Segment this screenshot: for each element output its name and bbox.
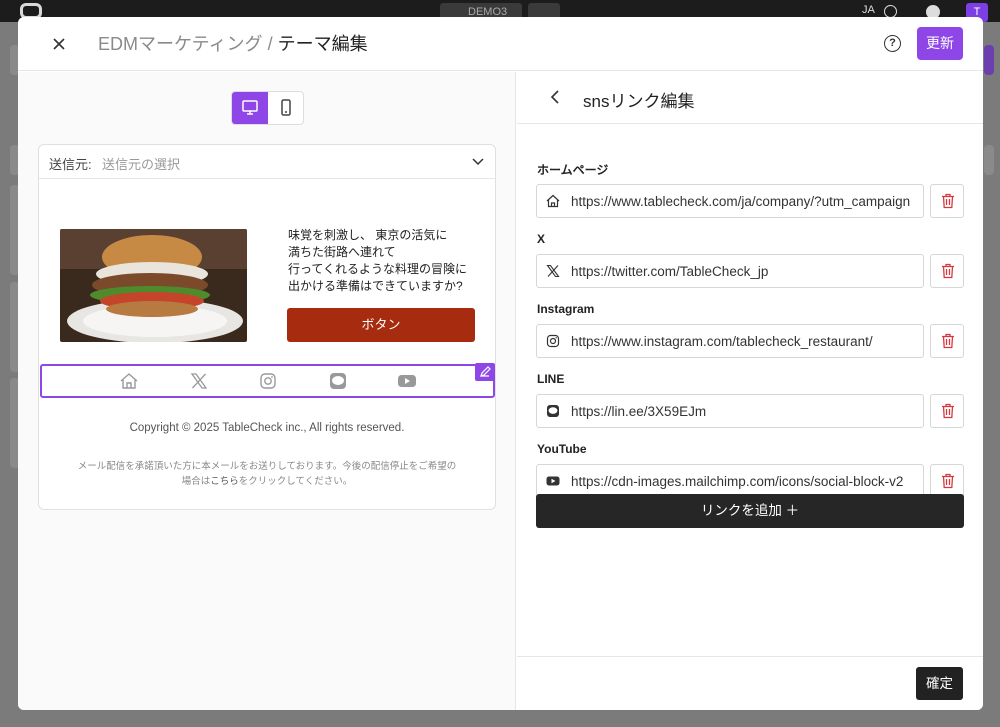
email-body-text: 味覚を刺激し、 東京の活気に 満ちた街路へ連れて 行ってくれるような料理の冒険に… [288,227,467,295]
unsubscribe-line: 場合はこちらをクリックしてください。 [39,474,495,489]
body-line: 味覚を刺激し、 東京の活気に [288,228,448,242]
youtube-icon [546,476,560,486]
delete-x-button[interactable] [930,254,964,288]
line-icon [547,405,559,417]
unsubscribe-prefix: 場合は [181,476,211,487]
unsubscribe-link[interactable]: こちら [210,476,239,487]
close-icon[interactable] [48,33,70,55]
panel-footer: 確定 [517,656,983,710]
unsubscribe-suffix: をクリックしてください。 [238,476,353,487]
sender-placeholder: 送信元の選択 [102,157,181,172]
url-value: https://twitter.com/TableCheck_jp [571,264,769,279]
field-label-instagram: Instagram [537,302,595,316]
chevron-down-icon [472,158,484,166]
delete-homepage-button[interactable] [930,184,964,218]
breadcrumb: EDMマーケティング / テーマ編集 [98,33,368,55]
home-icon [546,194,560,208]
copyright-text: Copyright © 2025 TableCheck inc., All ri… [129,422,405,434]
trash-icon [942,333,954,349]
delete-youtube-button[interactable] [930,464,964,498]
instagram-url-input[interactable]: https://www.instagram.com/tablecheck_res… [536,324,924,358]
confirm-button[interactable]: 確定 [916,667,963,700]
trash-icon [942,403,954,419]
sender-select[interactable]: 送信元: 送信元の選択 [39,145,495,179]
background-card [984,145,994,175]
mobile-view-button[interactable] [268,92,304,124]
url-value: https://lin.ee/3X59EJm [571,404,707,419]
trash-icon [942,473,954,489]
sender-label: 送信元: [49,157,92,172]
instagram-icon [546,334,560,348]
home-icon [120,373,138,389]
delete-instagram-button[interactable] [930,324,964,358]
email-preview-pane: 送信元: 送信元の選択 味覚を刺激し、 東京の活気に 満ちた街路へ連れて 行って… [18,72,516,710]
url-value: https://cdn-images.mailchimp.com/icons/s… [571,474,904,489]
trash-icon [942,193,954,209]
device-toggle [231,91,304,125]
delete-line-button[interactable] [930,394,964,428]
sns-link-editor: snsリンク編集 ホームページ https://www.tablecheck.c… [517,72,983,710]
help-icon[interactable]: ? [884,35,901,52]
field-label-youtube: YouTube [537,442,587,456]
back-chevron-icon[interactable] [545,86,565,108]
desktop-view-button[interactable] [232,92,268,124]
x-icon [190,373,208,389]
panel-title: snsリンク編集 [583,92,695,111]
cta-button[interactable]: ボタン [287,308,475,342]
body-line: 満ちた街路へ連れて [288,245,396,259]
social-links-block[interactable] [40,364,495,398]
trash-icon [942,263,954,279]
breadcrumb-parent[interactable]: EDMマーケティング [98,34,263,54]
panel-header: snsリンク編集 [517,72,983,124]
homepage-url-input[interactable]: https://www.tablecheck.com/ja/company/?u… [536,184,924,218]
update-button[interactable]: 更新 [917,27,963,60]
desktop-icon [242,100,258,115]
x-url-input[interactable]: https://twitter.com/TableCheck_jp [536,254,924,288]
hero-image [60,229,247,342]
page-title: テーマ編集 [277,34,368,54]
edit-pen-icon[interactable] [475,363,495,381]
breadcrumb-separator: / [267,34,273,54]
language-label[interactable]: JA [862,4,875,16]
add-link-button[interactable]: リンクを追加 ＋ [536,494,964,528]
field-label-x: X [537,232,546,246]
url-value: https://www.instagram.com/tablecheck_res… [571,334,873,349]
body-line: 出かける準備はできていますか? [288,279,463,293]
x-icon [546,264,560,278]
line-url-input[interactable]: https://lin.ee/3X59EJm [536,394,924,428]
youtube-icon [398,375,416,387]
field-label-line: LINE [537,372,565,386]
instagram-icon [260,373,276,389]
background-button [984,45,994,75]
body-line: 行ってくれるような料理の冒険に [288,262,468,276]
mobile-icon [281,99,291,116]
modal-header: EDMマーケティング / テーマ編集 ? 更新 [18,17,983,71]
email-preview-card: 送信元: 送信元の選択 味覚を刺激し、 東京の活気に 満ちた街路へ連れて 行って… [38,144,496,510]
field-label-homepage: ホームページ [537,163,609,177]
youtube-url-input[interactable]: https://cdn-images.mailchimp.com/icons/s… [536,464,924,498]
theme-edit-modal: EDMマーケティング / テーマ編集 ? 更新 送信元: 送信元の選択 味覚を刺… [18,17,983,710]
unsubscribe-line: メール配信を承諾頂いた方に本メールをお送りしております。今後の配信停止をご希望の [77,461,457,472]
url-value: https://www.tablecheck.com/ja/company/?u… [571,194,911,209]
unsubscribe-text: メール配信を承諾頂いた方に本メールをお送りしております。今後の配信停止をご希望の… [39,459,495,489]
line-icon [330,373,346,389]
